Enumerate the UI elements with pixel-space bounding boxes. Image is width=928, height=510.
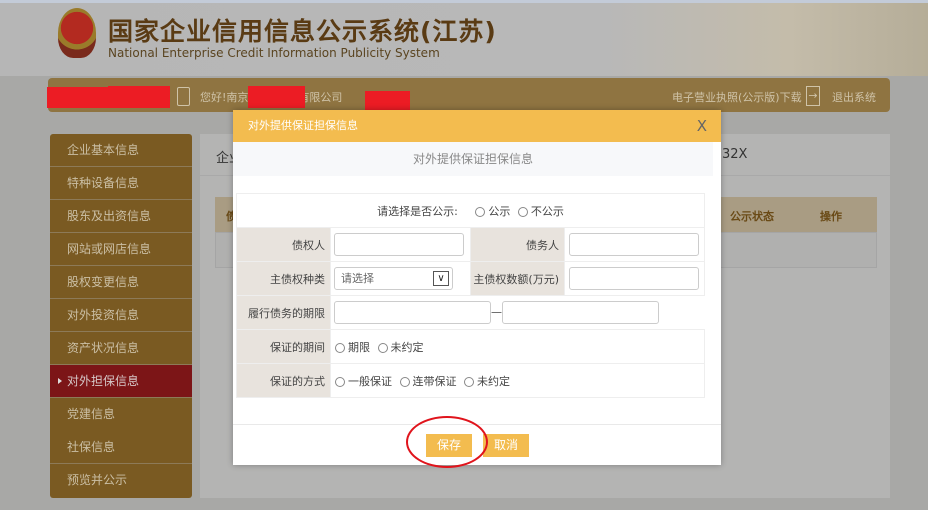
sidebar: 企业基本信息 特种设备信息 股东及出资信息 网站或网店信息 股权变更信息 对外投… bbox=[50, 134, 192, 498]
dialog-title: 对外提供保证担保信息 bbox=[233, 110, 721, 142]
close-icon[interactable]: X bbox=[697, 110, 707, 142]
claim-amount-input[interactable] bbox=[569, 267, 699, 290]
claim-amount-label: 主债权数额(万元) bbox=[470, 261, 565, 296]
radio-period-term[interactable] bbox=[335, 342, 345, 353]
national-emblem-logo bbox=[58, 8, 96, 58]
credit-code: 32X bbox=[722, 147, 748, 162]
radio-period-unspecified[interactable] bbox=[377, 342, 388, 353]
guarantee-form: 请选择是否公示: 公示 不公示 债权人 债务人 主债权种类 请选择 ∨ 主债权数额… bbox=[236, 193, 705, 398]
radio-label: 期限 bbox=[348, 340, 370, 354]
debtor-label: 债务人 bbox=[470, 227, 565, 262]
sidebar-item-basic-info[interactable]: 企业基本信息 bbox=[50, 134, 192, 167]
creditor-input[interactable] bbox=[334, 233, 464, 256]
radio-label: 未约定 bbox=[390, 340, 424, 354]
sidebar-item-preview-publish[interactable]: 预览并公示 bbox=[50, 464, 192, 497]
logout-link[interactable]: 退出系统 bbox=[832, 89, 876, 105]
select-value: 请选择 bbox=[341, 272, 374, 285]
radio-label: 一般保证 bbox=[348, 374, 392, 388]
radio-method-general[interactable] bbox=[335, 376, 345, 387]
redaction-block bbox=[365, 91, 410, 110]
sidebar-item-special-equipment[interactable]: 特种设备信息 bbox=[50, 167, 192, 200]
site-subtitle: National Enterprise Credit Information P… bbox=[108, 46, 440, 60]
sidebar-item-guarantees[interactable]: 对外担保信息 bbox=[50, 365, 192, 398]
term-start-input[interactable] bbox=[334, 301, 491, 324]
debtor-input[interactable] bbox=[569, 233, 699, 256]
radio-label: 连带保证 bbox=[412, 374, 457, 388]
logout-icon[interactable]: → bbox=[806, 86, 820, 106]
sidebar-item-assets[interactable]: 资产状况信息 bbox=[50, 332, 192, 365]
sidebar-item-investments[interactable]: 对外投资信息 bbox=[50, 299, 192, 332]
sidebar-item-shareholders[interactable]: 股东及出资信息 bbox=[50, 200, 192, 233]
period-label: 保证的期间 bbox=[236, 329, 331, 364]
dialog-subtitle: 对外提供保证担保信息 bbox=[233, 142, 713, 176]
creditor-label: 债权人 bbox=[236, 227, 331, 262]
radio-label: 公示 bbox=[488, 204, 511, 218]
sidebar-item-equity-changes[interactable]: 股权变更信息 bbox=[50, 266, 192, 299]
column-header-status: 公示状态 bbox=[730, 210, 774, 223]
site-title: 国家企业信用信息公示系统(江苏) bbox=[108, 17, 497, 46]
radio-not-publish[interactable] bbox=[517, 206, 528, 217]
method-label: 保证的方式 bbox=[236, 363, 331, 398]
column-header-actions: 操作 bbox=[820, 210, 842, 223]
publish-prompt: 请选择是否公示: bbox=[377, 204, 458, 218]
cancel-button[interactable]: 取消 bbox=[483, 434, 529, 457]
chevron-down-icon[interactable]: ∨ bbox=[433, 271, 449, 286]
radio-method-unspecified[interactable] bbox=[464, 376, 474, 387]
sidebar-item-websites[interactable]: 网站或网店信息 bbox=[50, 233, 192, 266]
download-license-link[interactable]: 电子营业执照(公示版)下载 bbox=[672, 89, 802, 105]
term-end-input[interactable] bbox=[502, 301, 659, 324]
radio-method-joint[interactable] bbox=[399, 376, 410, 387]
term-label: 履行债务的期限 bbox=[236, 295, 331, 330]
redaction-block bbox=[248, 86, 305, 108]
claim-type-label: 主债权种类 bbox=[236, 261, 331, 296]
sidebar-item-social-security[interactable]: 社保信息 bbox=[50, 431, 192, 464]
claim-type-select[interactable]: 请选择 ∨ bbox=[334, 267, 453, 290]
user-icon bbox=[177, 87, 190, 106]
guarantee-dialog: 对外提供保证担保信息 X 对外提供保证担保信息 请选择是否公示: 公示 不公示 … bbox=[233, 110, 721, 465]
redaction-block bbox=[47, 87, 108, 108]
redaction-block bbox=[108, 86, 170, 108]
highlight-circle-annotation bbox=[406, 416, 488, 468]
radio-label: 未约定 bbox=[477, 374, 510, 388]
sidebar-item-party[interactable]: 党建信息 bbox=[50, 398, 192, 431]
radio-label: 不公示 bbox=[530, 204, 564, 218]
radio-publish[interactable] bbox=[475, 206, 486, 217]
term-separator: — bbox=[491, 305, 502, 319]
